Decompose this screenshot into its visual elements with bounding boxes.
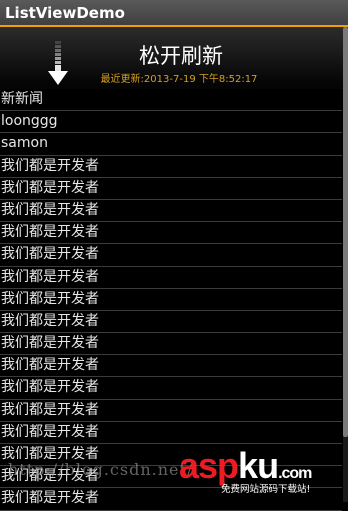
list-item[interactable]: 我们都是开发者: [0, 244, 342, 267]
list-item[interactable]: samon: [0, 133, 342, 156]
logo-text-white: ku: [238, 445, 279, 486]
app-title: ListViewDemo: [5, 4, 125, 22]
list-item[interactable]: 我们都是开发者: [0, 377, 342, 400]
list-item[interactable]: 我们都是开发者: [0, 200, 342, 223]
list-item[interactable]: 我们都是开发者: [0, 422, 342, 444]
refresh-status-label: 松开刷新: [139, 44, 223, 68]
watermark-url: http://blog.csdn.net/: [8, 460, 194, 479]
pull-to-refresh-header: 松开刷新 最近更新:2013-7-19 下午8:52:17: [0, 27, 348, 89]
list-item[interactable]: 我们都是开发者: [0, 311, 342, 334]
list-item[interactable]: 新新闻: [0, 89, 342, 112]
last-update-time: 最近更新:2013-7-19 下午8:52:17: [100, 74, 258, 85]
logo-tagline: 免费网站源码下载站!: [221, 484, 311, 495]
logo-text-red: asp: [179, 445, 239, 486]
list-item[interactable]: 我们都是开发者: [0, 178, 342, 200]
list-item[interactable]: 我们都是开发者: [0, 289, 342, 311]
scrollbar-thumb[interactable]: [343, 27, 348, 437]
list-item[interactable]: 我们都是开发者: [0, 355, 342, 378]
aspku-logo: aspku.com 免费网站源码下载站!: [175, 446, 347, 502]
scrollbar[interactable]: [343, 27, 348, 502]
list-item[interactable]: 我们都是开发者: [0, 400, 342, 422]
logo-suffix: .com: [278, 465, 312, 482]
list-item[interactable]: 我们都是开发者: [0, 333, 342, 356]
list-item[interactable]: 我们都是开发者: [0, 222, 342, 245]
list-item[interactable]: loonggg: [0, 111, 342, 134]
list-item[interactable]: 我们都是开发者: [0, 267, 342, 289]
title-bar: ListViewDemo: [0, 0, 348, 27]
list-item[interactable]: 我们都是开发者: [0, 156, 342, 178]
